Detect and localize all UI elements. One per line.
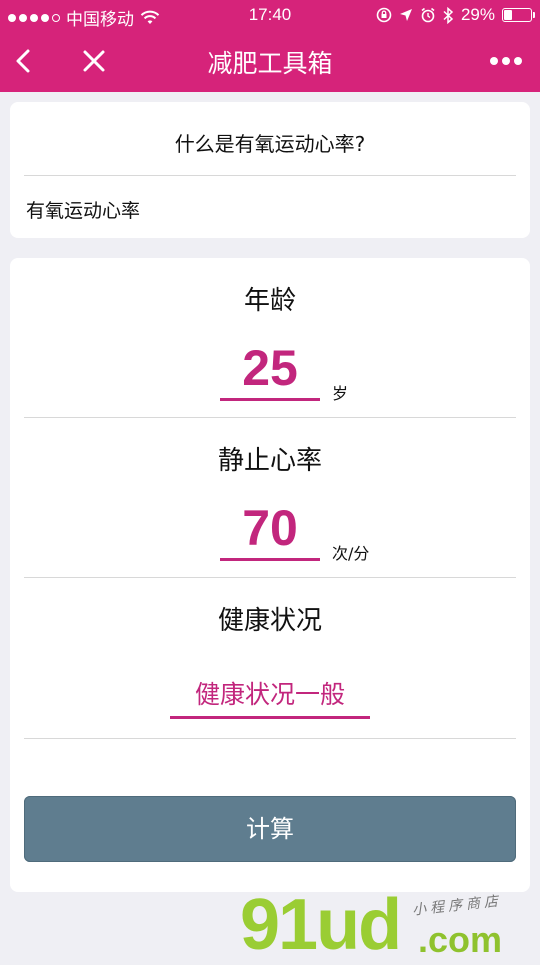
age-label: 年龄 bbox=[243, 286, 296, 316]
location-icon bbox=[399, 9, 412, 21]
more-button[interactable] bbox=[484, 42, 528, 80]
battery-icon bbox=[502, 8, 535, 22]
page-title: 减肥工具箱 bbox=[207, 49, 333, 78]
watermark-subtitle: 小程序商店 bbox=[411, 893, 503, 919]
calculate-button[interactable]: 计算 bbox=[24, 796, 516, 862]
health-label: 健康状况 bbox=[217, 606, 322, 636]
bluetooth-icon bbox=[443, 6, 454, 24]
info-answer: 有氧运动心率 bbox=[26, 200, 141, 222]
alarm-icon bbox=[421, 7, 435, 23]
nav-bar: 减肥工具箱 bbox=[0, 30, 540, 92]
calculator-form: 年龄 25 岁 静止心率 70 次/分 健康状况 健康状况一般 计算 bbox=[10, 258, 530, 892]
rotation-lock-icon bbox=[376, 7, 392, 23]
health-select[interactable]: 健康状况一般 bbox=[170, 674, 370, 719]
section-divider bbox=[24, 577, 516, 578]
status-right: 29% bbox=[376, 5, 535, 25]
section-divider bbox=[24, 417, 516, 418]
status-bar: 中国移动 17:40 29% bbox=[0, 0, 540, 30]
section-divider bbox=[24, 738, 516, 739]
info-divider bbox=[24, 175, 516, 176]
info-card: 什么是有氧运动心率? 有氧运动心率 bbox=[10, 102, 530, 238]
watermark-logo: 91ud bbox=[240, 885, 402, 965]
info-question[interactable]: 什么是有氧运动心率? bbox=[10, 128, 530, 157]
resting-hr-input[interactable]: 70 bbox=[220, 498, 320, 561]
watermark: 91ud 小程序商店 .com bbox=[240, 889, 540, 961]
more-icon bbox=[490, 57, 522, 65]
watermark-domain: .com bbox=[418, 919, 503, 960]
resting-hr-unit: 次/分 bbox=[332, 544, 370, 563]
battery-percent: 29% bbox=[460, 5, 495, 24]
age-input[interactable]: 25 bbox=[220, 338, 320, 401]
age-unit: 岁 bbox=[332, 384, 349, 403]
resting-hr-label: 静止心率 bbox=[217, 446, 322, 476]
